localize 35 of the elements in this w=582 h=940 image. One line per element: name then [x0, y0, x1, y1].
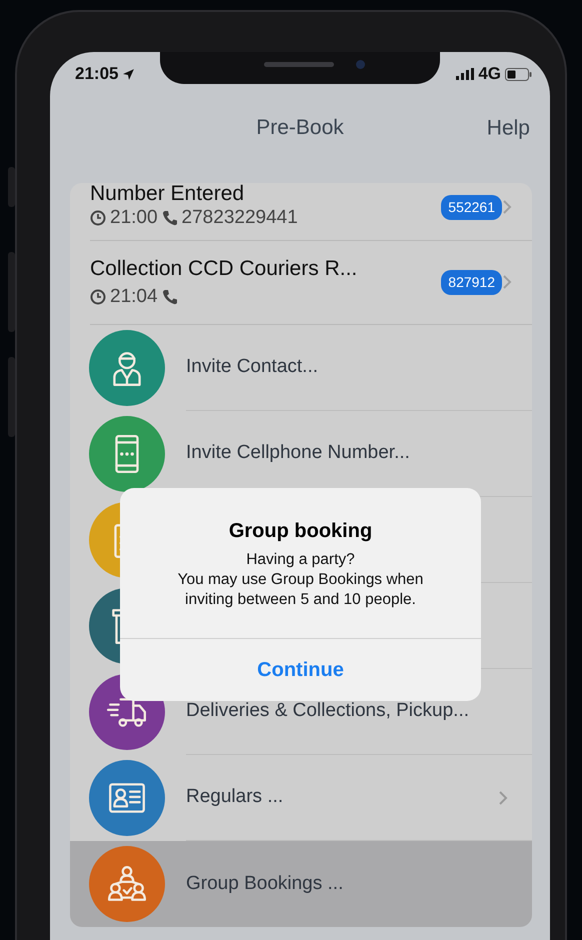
booking-badge: 552261	[441, 194, 502, 220]
booking-title: Collection CCD Couriers R...	[90, 256, 358, 282]
phone-icon	[162, 210, 178, 226]
menu-item[interactable]: Group Bookings ...	[70, 841, 532, 927]
menu-label: Regulars ...	[186, 785, 284, 810]
clock-icon	[90, 289, 106, 305]
help-link[interactable]: Help	[486, 112, 530, 144]
camera	[356, 60, 365, 69]
speaker	[264, 62, 334, 67]
phone-icon	[162, 289, 178, 305]
menu-label: Invite Cellphone Number...	[186, 441, 411, 466]
continue-button[interactable]: Continue	[120, 638, 481, 701]
menu-item[interactable]: Regulars ...	[70, 755, 532, 841]
booking-time: 21:00	[110, 206, 158, 230]
chevron-icon	[502, 274, 512, 290]
location-icon	[122, 68, 136, 80]
menu-label: Deliveries & Collections, Pickup...	[186, 699, 470, 724]
nav-title: Pre-Book	[256, 115, 344, 142]
booking-time: 21:04	[110, 285, 158, 309]
chevron-icon	[502, 199, 512, 215]
status-time: 21:05	[75, 63, 118, 86]
signal-icon	[456, 68, 474, 80]
booking-row[interactable]: Number Entered 21:00 27823229441 552261	[70, 183, 532, 241]
booking-title: Number Entered	[90, 183, 246, 205]
alert-message: Having a party? You may use Group Bookings when inviting between 5 and 10 people.	[178, 550, 424, 610]
clock-icon	[90, 210, 106, 226]
booking-badge: 827912	[441, 270, 502, 294]
alert-title: Group booking	[228, 519, 372, 544]
network-label: 4G	[478, 63, 501, 86]
menu-item[interactable]: Invite Contact...	[70, 325, 532, 411]
menu-label: Group Bookings ...	[186, 872, 344, 896]
menu-label: Invite Contact...	[186, 355, 320, 380]
booking-row[interactable]: Collection CCD Couriers R... 21:04 827912	[70, 241, 532, 325]
booking-phone: 27823229441	[182, 206, 298, 230]
battery-icon	[505, 68, 532, 80]
